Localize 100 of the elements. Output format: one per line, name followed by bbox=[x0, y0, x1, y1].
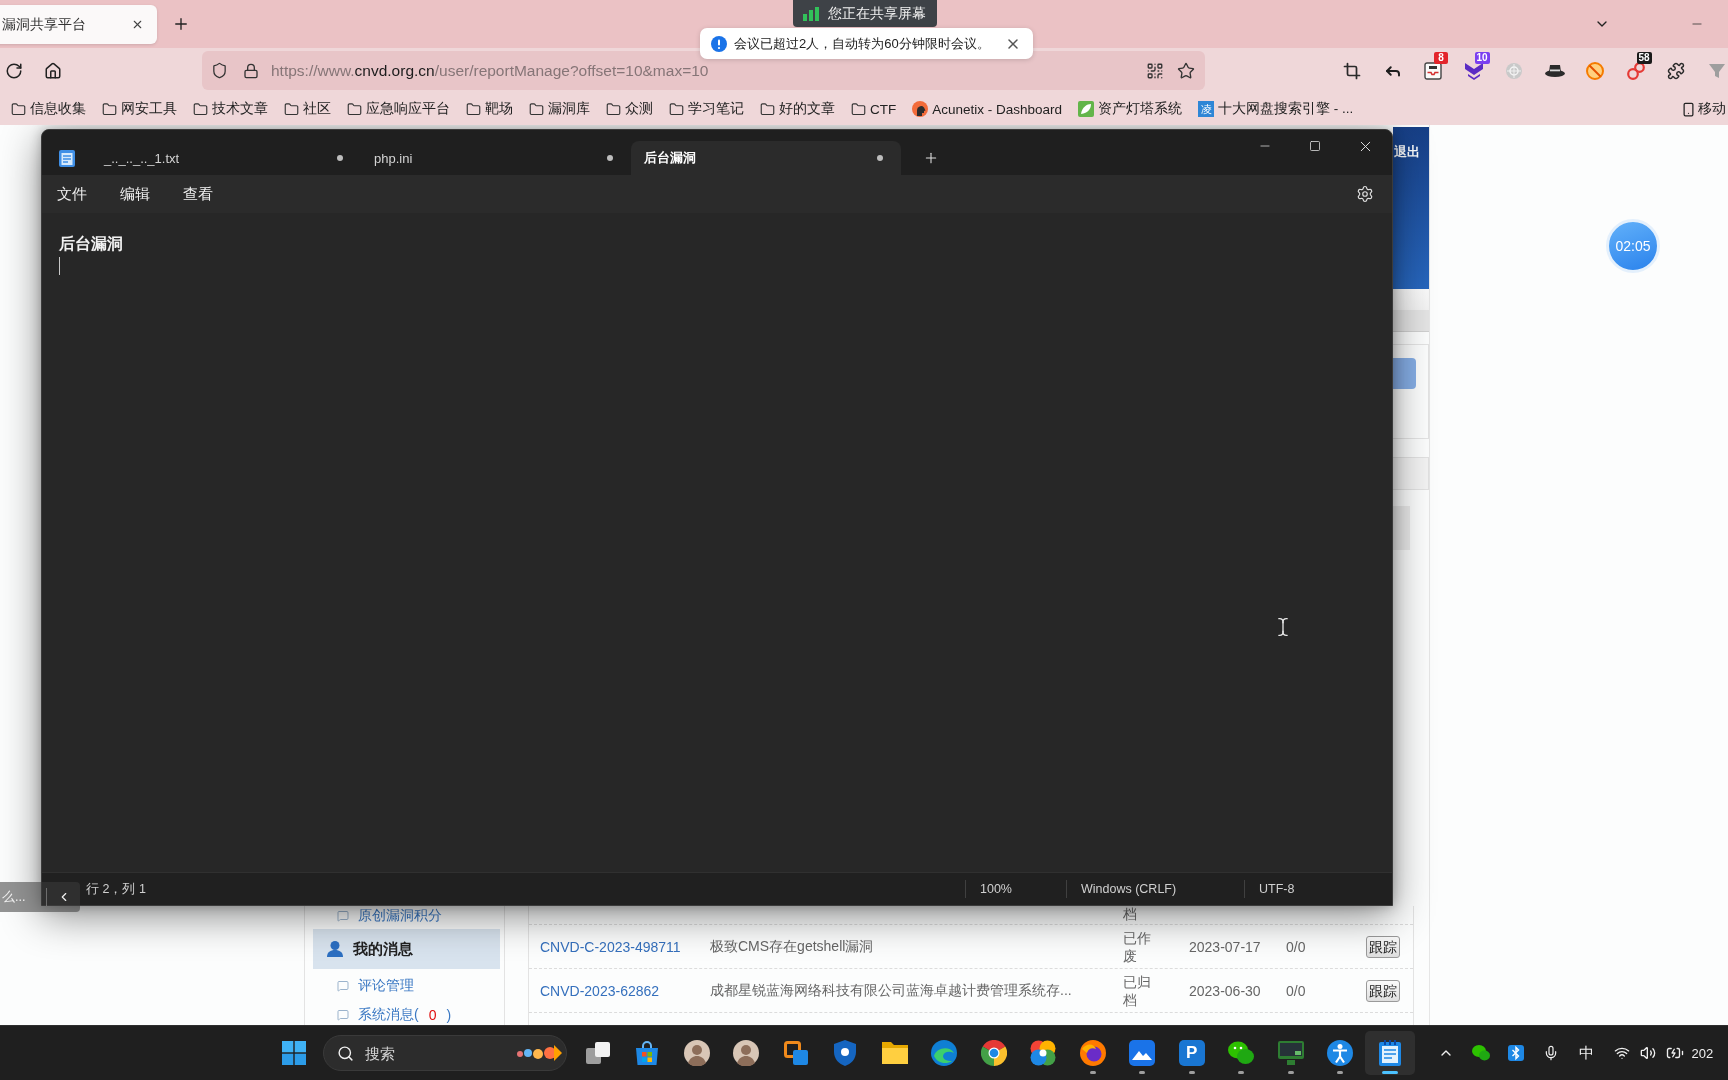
bookmark-item[interactable]: 信息收集 bbox=[11, 100, 86, 118]
document-tab[interactable]: php.ini bbox=[361, 141, 631, 175]
signal-bars-icon bbox=[803, 6, 819, 21]
bookmark-item[interactable]: 凌 十大网盘搜索引擎 - ... bbox=[1198, 100, 1354, 118]
bookmark-item[interactable]: 社区 bbox=[284, 100, 331, 118]
bluetooth-icon[interactable] bbox=[1508, 1045, 1524, 1061]
bookmark-item[interactable]: 众测 bbox=[606, 100, 653, 118]
shield-icon[interactable] bbox=[834, 1040, 857, 1066]
zoom-level: 100% bbox=[980, 882, 1012, 896]
side-tab-text: 么... bbox=[2, 888, 26, 906]
chat-bubbles-icon[interactable] bbox=[1472, 1045, 1490, 1061]
puzzle-icon[interactable] bbox=[1667, 61, 1686, 80]
tray-icon[interactable] bbox=[1424, 61, 1443, 80]
folder-icon bbox=[529, 101, 544, 117]
avatar-icon[interactable] bbox=[733, 1040, 760, 1066]
new-tab-icon[interactable] bbox=[172, 15, 190, 33]
clock-text[interactable]: 202 bbox=[1691, 1045, 1714, 1061]
shield-icon[interactable] bbox=[211, 62, 228, 79]
person-circle-icon[interactable] bbox=[1327, 1040, 1354, 1066]
table-header bbox=[1393, 506, 1410, 550]
chat-bubbles-icon[interactable] bbox=[1228, 1041, 1255, 1065]
leaf-icon bbox=[1078, 101, 1095, 117]
tricolor-circle-icon[interactable] bbox=[980, 1040, 1007, 1066]
home-icon[interactable] bbox=[44, 61, 62, 80]
track-button[interactable]: 跟踪 bbox=[1366, 935, 1400, 958]
rings-icon[interactable] bbox=[1626, 61, 1645, 80]
monitor-icon[interactable] bbox=[1277, 1041, 1304, 1065]
speaker-icon[interactable] bbox=[1639, 1045, 1656, 1061]
bookmark-item[interactable]: Acunetix - Dashboard bbox=[912, 101, 1063, 117]
bookmark-item[interactable]: 资产灯塔系统 bbox=[1078, 100, 1183, 118]
menu-item[interactable]: 查看 bbox=[173, 181, 223, 207]
person-icon bbox=[327, 941, 343, 957]
bookmark-item[interactable]: 移动 bbox=[1681, 100, 1726, 118]
count-badge: 8 bbox=[1434, 51, 1448, 64]
address-field[interactable]: https://www.cnvd.org.cn/user/reportManage?offset=10&max=10 bbox=[202, 51, 1205, 90]
score-cell: 0/0 bbox=[1286, 938, 1306, 955]
settings-icon[interactable] bbox=[1356, 185, 1374, 203]
share-status-text: 您正在共享屏幕 bbox=[828, 4, 926, 23]
notepad-icon[interactable] bbox=[1378, 1040, 1401, 1066]
bookmark-item[interactable]: 靶场 bbox=[466, 100, 513, 118]
input-method-indicator[interactable]: 中 bbox=[1578, 1043, 1594, 1063]
app-tile[interactable]: P bbox=[1178, 1040, 1205, 1066]
pinwheel-icon[interactable] bbox=[1030, 1040, 1057, 1066]
blocked-icon[interactable] bbox=[1586, 61, 1605, 80]
menu-item[interactable]: 编辑 bbox=[110, 181, 160, 207]
comment-icon bbox=[337, 980, 349, 992]
notification-text: 会议已超过2人，自动转为60分钟限时会议。 bbox=[734, 34, 990, 53]
avatar-icon[interactable] bbox=[683, 1040, 710, 1066]
bookmark-item[interactable]: 网安工具 bbox=[102, 100, 177, 118]
bookmark-item[interactable]: 学习笔记 bbox=[669, 100, 744, 118]
close-icon[interactable] bbox=[131, 18, 144, 31]
date-cell: 2023-07-17 bbox=[1189, 938, 1261, 955]
logout-link[interactable]: 退出 bbox=[1394, 144, 1420, 159]
reload-icon[interactable] bbox=[5, 61, 23, 80]
sidebar-section[interactable]: 我的消息 bbox=[313, 929, 500, 969]
search-input[interactable]: 搜索 bbox=[365, 1044, 405, 1062]
star-icon[interactable] bbox=[1177, 61, 1195, 80]
hat-icon[interactable] bbox=[1544, 64, 1565, 77]
document-tab[interactable]: 后台漏洞 bbox=[631, 141, 901, 175]
folder-icon bbox=[284, 101, 299, 117]
track-button[interactable]: 跟踪 bbox=[1366, 979, 1400, 1002]
windows-logo-icon[interactable] bbox=[282, 1041, 306, 1065]
bookmark-item[interactable]: 好的文章 bbox=[760, 100, 835, 118]
editor-area[interactable]: 后台漏洞 bbox=[42, 213, 1392, 872]
down-arrow-icon[interactable] bbox=[1463, 61, 1484, 80]
active-app-button[interactable] bbox=[1365, 1031, 1415, 1075]
comment-icon bbox=[337, 1009, 349, 1021]
store-bag-icon[interactable] bbox=[635, 1041, 660, 1065]
text-caret bbox=[59, 257, 60, 275]
folder-icon bbox=[193, 101, 208, 117]
wifi-icon[interactable] bbox=[1613, 1045, 1630, 1061]
menu-item[interactable]: 文件 bbox=[47, 181, 97, 207]
globe-icon[interactable] bbox=[1079, 1040, 1106, 1066]
bookmark-item[interactable]: 技术文章 bbox=[193, 100, 268, 118]
microphone-icon[interactable] bbox=[1543, 1045, 1559, 1061]
browser-tab[interactable]: 漏洞共享平台 bbox=[0, 5, 157, 44]
folder-icon bbox=[466, 101, 481, 117]
sidebar-link[interactable]: 评论管理 bbox=[305, 977, 414, 995]
sidebar-link[interactable]: 原创漏洞积分 bbox=[305, 907, 442, 925]
bookmark-item[interactable]: CTF bbox=[851, 101, 897, 117]
qr-code-icon[interactable] bbox=[1146, 61, 1164, 80]
swirl-circle-icon[interactable] bbox=[931, 1040, 958, 1066]
crop-icon[interactable] bbox=[1343, 61, 1362, 80]
document-tab[interactable]: _.._.._.._1.txt bbox=[91, 141, 361, 175]
sidebar-link[interactable]: 系统消息( 0 ) bbox=[305, 1006, 452, 1024]
folder-icon[interactable] bbox=[881, 1042, 908, 1064]
search-box[interactable]: 搜索 bbox=[323, 1035, 567, 1071]
report-title: 成都星锐蓝海网络科技有限公司蓝海卓越计费管理系统存... bbox=[710, 981, 1072, 1000]
overlapping-squares-icon[interactable] bbox=[783, 1041, 808, 1065]
report-id-link[interactable]: CNVD-2023-62862 bbox=[540, 982, 660, 999]
bookmark-item[interactable]: 应急响应平台 bbox=[347, 100, 450, 118]
bookmark-item[interactable]: 漏洞库 bbox=[529, 100, 590, 118]
task-view-icon[interactable] bbox=[585, 1042, 610, 1064]
phone-icon bbox=[1681, 101, 1696, 117]
lock-icon[interactable] bbox=[243, 62, 259, 79]
mountain-tile-icon[interactable] bbox=[1129, 1040, 1156, 1066]
maximize-icon[interactable] bbox=[1309, 140, 1321, 152]
new-tab-icon[interactable] bbox=[923, 150, 939, 166]
report-id-link[interactable]: CNVD-C-2023-498711 bbox=[540, 938, 681, 955]
folder-icon bbox=[760, 101, 775, 117]
